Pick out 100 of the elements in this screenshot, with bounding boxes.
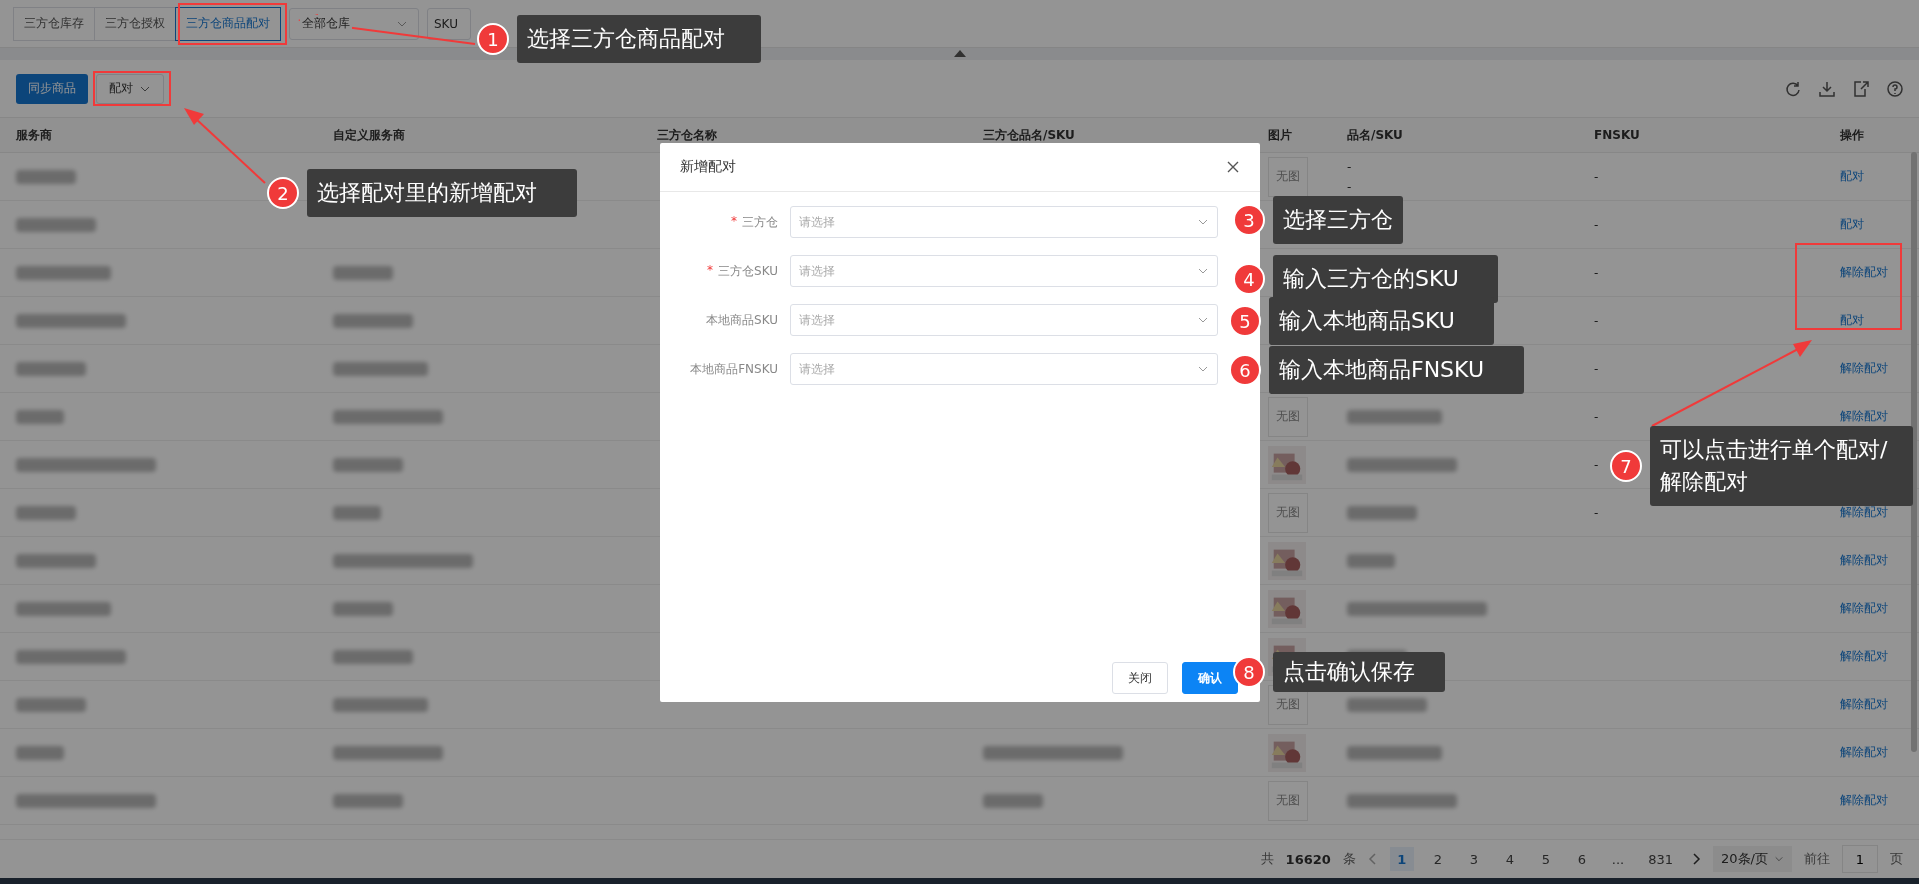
column-header: 操作 bbox=[1840, 126, 1865, 144]
pair-link[interactable]: 配对 bbox=[1840, 216, 1864, 233]
pair-link[interactable]: 解除配对 bbox=[1840, 408, 1888, 425]
redacted-text bbox=[1347, 553, 1395, 568]
goto-label: 页 bbox=[1890, 850, 1903, 868]
fnsku-text: - bbox=[1594, 457, 1599, 472]
goto-label: 前往 bbox=[1804, 850, 1830, 868]
redacted-text bbox=[16, 169, 76, 184]
chevron-down-icon bbox=[1774, 854, 1784, 864]
product-text: - bbox=[1347, 179, 1352, 194]
select-field[interactable]: 请选择 bbox=[790, 304, 1218, 336]
page-button[interactable]: 831 bbox=[1642, 847, 1680, 871]
fnsku-text: - bbox=[1594, 313, 1599, 328]
step-number: 1 bbox=[477, 23, 509, 55]
column-header: FNSKU bbox=[1594, 128, 1641, 142]
total-label: 条 bbox=[1342, 850, 1356, 868]
pair-link[interactable]: 配对 bbox=[1840, 312, 1864, 329]
no-image-thumbnail: 无图 bbox=[1268, 780, 1308, 821]
pair-link[interactable]: 解除配对 bbox=[1840, 264, 1888, 281]
search-type-select[interactable]: SKU bbox=[427, 7, 471, 40]
select-field[interactable]: 请选择 bbox=[790, 206, 1218, 238]
page-button[interactable]: 2 bbox=[1425, 847, 1450, 871]
help-icon[interactable] bbox=[1887, 80, 1903, 97]
no-image-thumbnail: 无图 bbox=[1268, 492, 1308, 533]
field-label: 三方仓 bbox=[742, 213, 778, 231]
field-label: 三方仓SKU bbox=[718, 262, 778, 280]
warehouse-select[interactable]: 全部仓库 bbox=[289, 7, 419, 40]
page-button[interactable]: 3 bbox=[1461, 847, 1486, 871]
pair-dropdown[interactable]: 配对 bbox=[96, 73, 164, 104]
fnsku-text: - bbox=[1594, 505, 1599, 520]
total-count: 16620 bbox=[1285, 851, 1331, 867]
export-icon[interactable] bbox=[1853, 80, 1869, 97]
page-size-select[interactable]: 20条/页 bbox=[1713, 846, 1792, 872]
tab[interactable]: 三方仓授权 bbox=[94, 6, 176, 41]
pair-link[interactable]: 解除配对 bbox=[1840, 744, 1888, 761]
field-label: 本地商品FNSKU bbox=[690, 360, 778, 378]
step-number: 7 bbox=[1610, 450, 1642, 482]
refresh-icon[interactable] bbox=[1785, 80, 1801, 97]
column-header: 图片 bbox=[1268, 126, 1293, 144]
pair-link[interactable]: 解除配对 bbox=[1840, 792, 1888, 809]
redacted-text bbox=[16, 745, 64, 760]
column-header: 三方仓品名/SKU bbox=[983, 126, 1076, 144]
page-button[interactable]: 4 bbox=[1497, 847, 1522, 871]
scrollbar[interactable] bbox=[1911, 152, 1917, 752]
fnsku-text: - bbox=[1594, 409, 1599, 424]
required-mark: * bbox=[707, 262, 714, 279]
required-mark: * bbox=[731, 213, 737, 230]
page-button[interactable]: 6 bbox=[1569, 847, 1594, 871]
close-button[interactable]: 关闭 bbox=[1112, 662, 1168, 694]
redacted-text bbox=[983, 793, 1043, 808]
close-icon[interactable] bbox=[1226, 160, 1240, 174]
goto-field[interactable]: 1 bbox=[1842, 845, 1878, 873]
product-text: - bbox=[1347, 159, 1352, 174]
step-number: 2 bbox=[267, 177, 299, 209]
page-button[interactable]: 5 bbox=[1533, 847, 1558, 871]
download-icon[interactable] bbox=[1819, 80, 1835, 97]
annotation-callout: 输入本地商品SKU bbox=[1269, 297, 1494, 345]
redacted-text bbox=[333, 601, 393, 616]
redacted-text bbox=[1347, 505, 1417, 520]
pair-link[interactable]: 解除配对 bbox=[1840, 648, 1888, 665]
redacted-text bbox=[333, 505, 381, 520]
fnsku-text: - bbox=[1594, 169, 1599, 184]
next-page-icon[interactable] bbox=[1691, 853, 1702, 865]
annotation-callout: 输入本地商品FNSKU bbox=[1269, 346, 1524, 394]
fnsku-text: - bbox=[1594, 361, 1599, 376]
pair-link[interactable]: 解除配对 bbox=[1840, 504, 1888, 521]
field-label: 本地商品SKU bbox=[706, 311, 778, 329]
pair-link[interactable]: 配对 bbox=[1840, 168, 1864, 185]
pair-link[interactable]: 解除配对 bbox=[1840, 360, 1888, 377]
redacted-text bbox=[16, 361, 86, 376]
annotation-callout: 选择三方仓 bbox=[1273, 196, 1403, 244]
total-label: 共 bbox=[1260, 850, 1274, 868]
column-header: 品名/SKU bbox=[1347, 126, 1404, 144]
pair-link[interactable]: 解除配对 bbox=[1840, 696, 1888, 713]
no-image-thumbnail: 无图 bbox=[1268, 396, 1308, 437]
column-header: 服务商 bbox=[16, 126, 53, 144]
redacted-text bbox=[333, 457, 403, 472]
pair-link[interactable]: 解除配对 bbox=[1840, 600, 1888, 617]
page-button[interactable]: ... bbox=[1605, 847, 1631, 871]
annotation-callout: 选择配对里的新增配对 bbox=[307, 169, 577, 217]
page-button[interactable]: 1 bbox=[1389, 847, 1414, 871]
annotation-callout: 可以点击进行单个配对/解除配对 bbox=[1650, 426, 1913, 506]
confirm-button[interactable]: 确认 bbox=[1182, 662, 1238, 694]
annotation-callout: 点击确认保存 bbox=[1273, 652, 1445, 692]
fnsku-text: - bbox=[1594, 265, 1599, 280]
tab[interactable]: 三方仓库存 bbox=[13, 6, 95, 41]
annotation-callout: 选择三方仓商品配对 bbox=[517, 15, 761, 63]
select-field[interactable]: 请选择 bbox=[790, 255, 1218, 287]
pair-link[interactable]: 解除配对 bbox=[1840, 552, 1888, 569]
collapse-caret-icon[interactable] bbox=[954, 50, 966, 57]
redacted-text bbox=[333, 265, 393, 280]
tab[interactable]: 三方仓商品配对 bbox=[175, 6, 281, 41]
redacted-text bbox=[16, 697, 86, 712]
redacted-text bbox=[16, 505, 76, 520]
redacted-text bbox=[333, 793, 403, 808]
sync-button[interactable]: 同步商品 bbox=[16, 73, 88, 104]
redacted-text bbox=[16, 409, 64, 424]
fnsku-text: - bbox=[1594, 217, 1599, 232]
select-field[interactable]: 请选择 bbox=[790, 353, 1218, 385]
column-header: 三方仓名称 bbox=[657, 126, 718, 144]
